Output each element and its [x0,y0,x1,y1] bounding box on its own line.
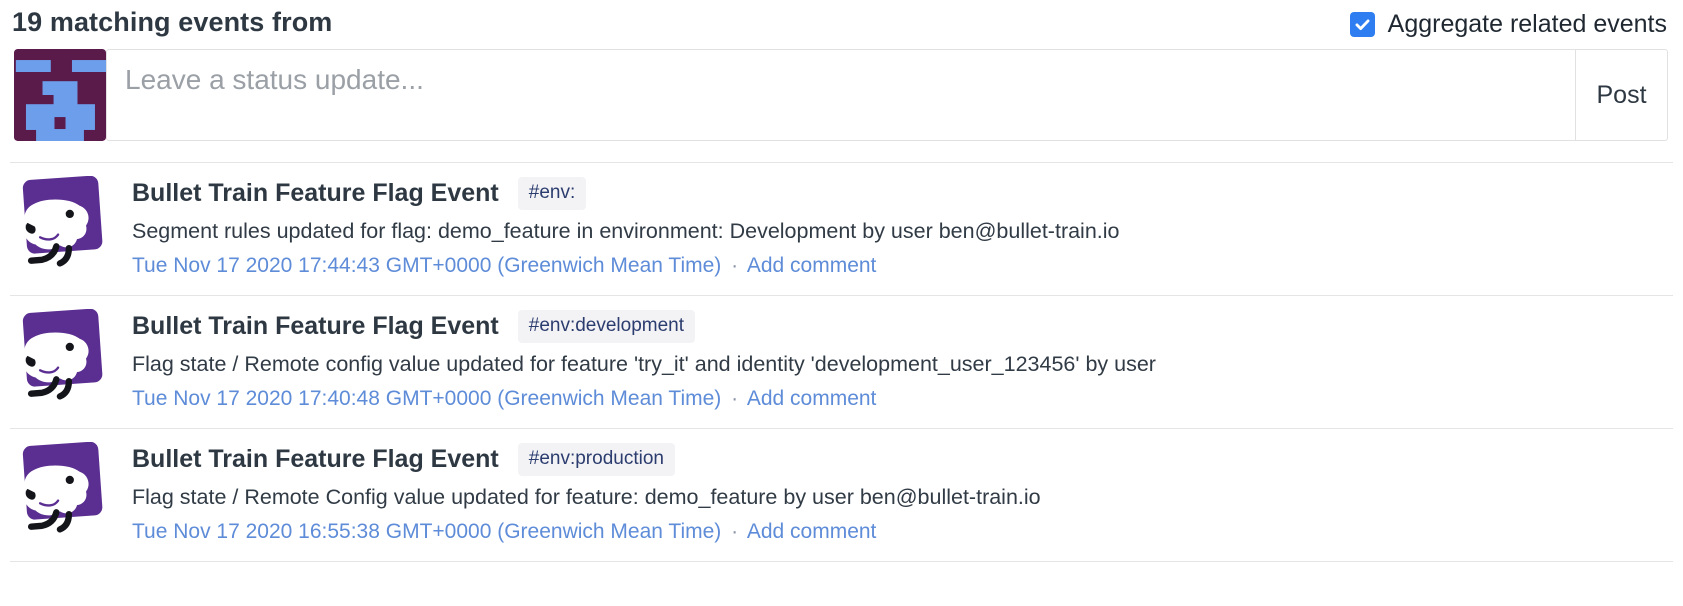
meta-separator: · [727,520,742,543]
aggregate-related-events-toggle[interactable]: Aggregate related events [1350,7,1667,39]
page-title: 19 matching events from [12,7,332,38]
datadog-dog-avatar [14,176,104,268]
event-title-row: Bullet Train Feature Flag Event #env: [132,177,1673,210]
events-header: 19 matching events from Aggregate relate… [0,0,1683,49]
aggregate-checkbox-label[interactable]: Aggregate related events [1388,10,1667,39]
event-stream: Bullet Train Feature Flag Event #env: Se… [10,162,1673,562]
event-timestamp: Tue Nov 17 2020 16:55:38 GMT+0000 (Green… [132,520,721,543]
event-title-row: Bullet Train Feature Flag Event #env:dev… [132,310,1673,343]
event-meta-row: Tue Nov 17 2020 17:44:43 GMT+0000 (Green… [132,252,1673,279]
event-meta-row: Tue Nov 17 2020 16:55:38 GMT+0000 (Green… [132,518,1673,545]
status-update-input[interactable] [106,49,1576,141]
status-composer: Post [0,49,1683,141]
datadog-dog-avatar [14,309,104,401]
user-identicon-avatar [14,49,106,141]
event-description: Segment rules updated for flag: demo_fea… [132,217,1673,245]
event-title: Bullet Train Feature Flag Event [132,177,499,210]
event-tag-badge[interactable]: #env:development [518,310,695,343]
add-comment-link[interactable]: Add comment [747,520,877,543]
event-title: Bullet Train Feature Flag Event [132,443,499,476]
meta-separator: · [727,387,742,410]
add-comment-link[interactable]: Add comment [747,254,877,277]
datadog-dog-avatar [14,442,104,534]
post-button[interactable]: Post [1575,49,1668,141]
event-body: Bullet Train Feature Flag Event #env:dev… [132,309,1673,412]
event-tag-badge[interactable]: #env:production [518,443,675,476]
meta-separator: · [727,254,742,277]
event-row[interactable]: Bullet Train Feature Flag Event #env:dev… [10,295,1673,428]
event-body: Bullet Train Feature Flag Event #env:pro… [132,442,1673,545]
event-meta-row: Tue Nov 17 2020 17:40:48 GMT+0000 (Green… [132,385,1673,412]
checkmark-icon [1353,15,1372,34]
event-title-row: Bullet Train Feature Flag Event #env:pro… [132,443,1673,476]
event-timestamp: Tue Nov 17 2020 17:40:48 GMT+0000 (Green… [132,387,721,410]
add-comment-link[interactable]: Add comment [747,387,877,410]
event-row[interactable]: Bullet Train Feature Flag Event #env:pro… [10,428,1673,562]
event-description: Flag state / Remote Config value updated… [132,483,1673,511]
event-tag-badge[interactable]: #env: [518,177,586,210]
aggregate-checkbox[interactable] [1350,12,1375,37]
event-description: Flag state / Remote config value updated… [132,350,1673,378]
event-title: Bullet Train Feature Flag Event [132,310,499,343]
event-timestamp: Tue Nov 17 2020 17:44:43 GMT+0000 (Green… [132,254,721,277]
event-row[interactable]: Bullet Train Feature Flag Event #env: Se… [10,162,1673,295]
event-body: Bullet Train Feature Flag Event #env: Se… [132,176,1673,279]
